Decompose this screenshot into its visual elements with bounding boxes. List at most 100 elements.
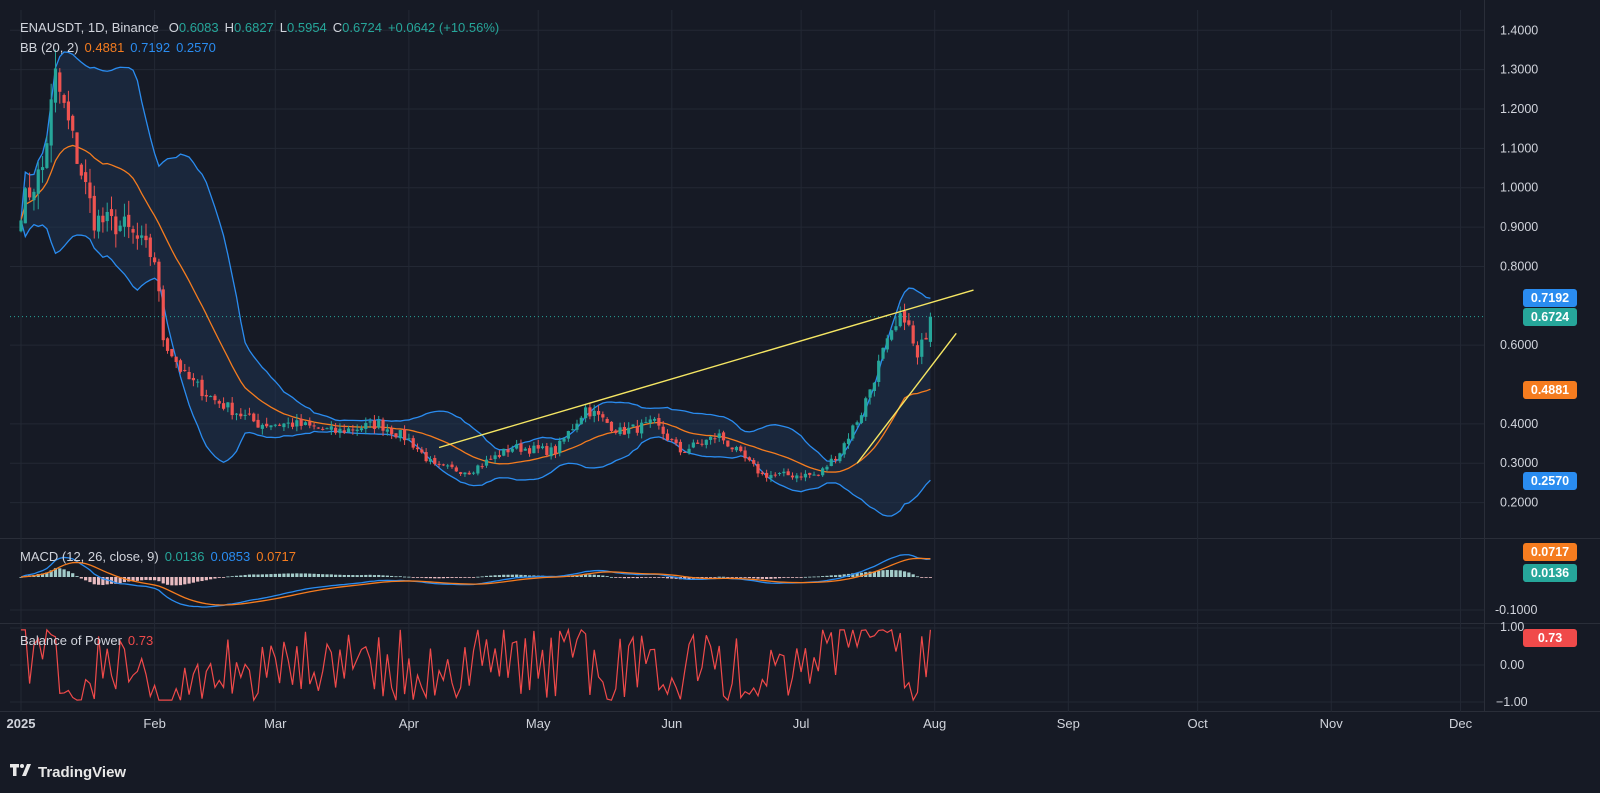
candle-body [558, 440, 562, 454]
candle-body [760, 472, 764, 474]
candle-body [734, 447, 739, 451]
macd-histogram-bar [765, 577, 769, 579]
macd-signal-line [20, 557, 931, 606]
candle-body [402, 429, 407, 441]
macd-histogram-bar [480, 576, 484, 578]
change-value: +0.0642 (+10.56%) [387, 20, 500, 35]
candle-body [178, 360, 183, 372]
macd-histogram-bar [355, 575, 359, 577]
candle-body [571, 429, 575, 431]
candle-body [433, 458, 437, 465]
candle-body [338, 428, 342, 434]
candle-body [859, 415, 864, 423]
candle-body [476, 465, 480, 474]
bb-legend: BB (20, 2) 0.4881 0.7192 0.2570 [20, 40, 216, 56]
candle-body [252, 413, 256, 422]
candle-body [773, 474, 777, 476]
macd-histogram-bar [816, 576, 820, 578]
candle-body [752, 460, 756, 464]
y-tick-label: 1.3000 [1500, 63, 1538, 77]
candle-body [32, 191, 36, 201]
macd-histogram-bar [592, 574, 596, 577]
macd-histogram-bar [308, 573, 312, 577]
candle-body [191, 377, 195, 381]
candle-body [157, 261, 161, 292]
macd-histogram-bar [812, 576, 816, 578]
candle-body [148, 237, 152, 257]
candle-body [170, 348, 174, 357]
candle-body [355, 429, 359, 431]
y-tick-label: 1.1000 [1500, 141, 1538, 155]
macd-line-value: 0.0853 [210, 549, 251, 564]
macd-histogram-bar [252, 574, 256, 577]
candle-body [575, 423, 579, 430]
candle-body [183, 369, 187, 371]
candle-body [717, 433, 721, 438]
candle-body [303, 422, 308, 425]
candle-body [140, 235, 144, 238]
tradingview-brand[interactable]: TradingView [10, 763, 126, 781]
macd-histogram-bar [803, 576, 808, 578]
macd-histogram-bar [506, 574, 510, 577]
candle-body [635, 426, 639, 433]
macd-histogram-bar [148, 577, 152, 581]
macd-histogram-bar [96, 577, 101, 585]
macd-histogram-bar [877, 570, 881, 577]
candle-body [471, 472, 476, 474]
macd-histogram-bar [428, 577, 433, 579]
macd-histogram-bar [640, 577, 644, 578]
candle-body [364, 423, 368, 429]
candle-body [553, 446, 558, 455]
candle-body [855, 422, 859, 425]
candle-body [394, 433, 398, 438]
candle-body [204, 395, 208, 397]
macd-histogram-bar [665, 577, 670, 579]
macd-histogram-bar [282, 573, 286, 577]
y-tick-label: 0.4000 [1500, 417, 1538, 431]
candle-body [674, 439, 678, 444]
candle-body [721, 432, 726, 441]
macd-histogram-bar [351, 575, 355, 577]
candle-body [631, 424, 635, 427]
candle-body [799, 476, 803, 478]
macd-histogram-bar [588, 574, 592, 577]
bop-legend: Balance of Power 0.73 [20, 633, 153, 649]
candle-body [519, 443, 523, 452]
macd-histogram-bar [890, 569, 894, 577]
macd-histogram-bar [135, 577, 139, 581]
macd-histogram-bar [454, 577, 458, 578]
candle-body [213, 395, 217, 401]
macd-histogram-bar [420, 577, 424, 578]
candle-body [739, 446, 743, 452]
candle-body [480, 466, 484, 468]
chart-canvas[interactable]: 1.4000 1.3000 1.2000 1.1000 1.0000 0.9000 0.80… [0, 0, 1600, 793]
candle-body [325, 428, 329, 430]
macd-histogram-bar [71, 573, 75, 577]
macd-histogram-bar [200, 577, 204, 582]
candle-body [795, 475, 799, 479]
candle-body [562, 438, 566, 442]
macd-histogram-bar [833, 575, 838, 577]
candle-body [730, 447, 734, 450]
macd-histogram-bar [286, 573, 290, 577]
candle-body [290, 422, 295, 427]
candle-body [657, 417, 661, 426]
macd-histogram-bar [342, 574, 346, 577]
candle-body [536, 445, 540, 449]
macd-histogram-bar [519, 574, 523, 577]
candle-body [911, 325, 915, 344]
candle-body [584, 407, 588, 419]
macd-histogram-bar [747, 577, 751, 579]
macd-histogram-bar [381, 575, 385, 577]
candle-body [411, 438, 415, 448]
macd-histogram-bar [243, 574, 247, 577]
macd-histogram-bar [713, 577, 717, 578]
candle-body [786, 471, 790, 476]
candle-body [484, 459, 489, 466]
macd-histogram-bar [161, 577, 165, 584]
macd-histogram-bar [894, 570, 898, 577]
macd-histogram-bar [329, 574, 333, 577]
candle-body [226, 402, 230, 408]
candle-body [506, 449, 510, 453]
candle-body [510, 448, 514, 452]
